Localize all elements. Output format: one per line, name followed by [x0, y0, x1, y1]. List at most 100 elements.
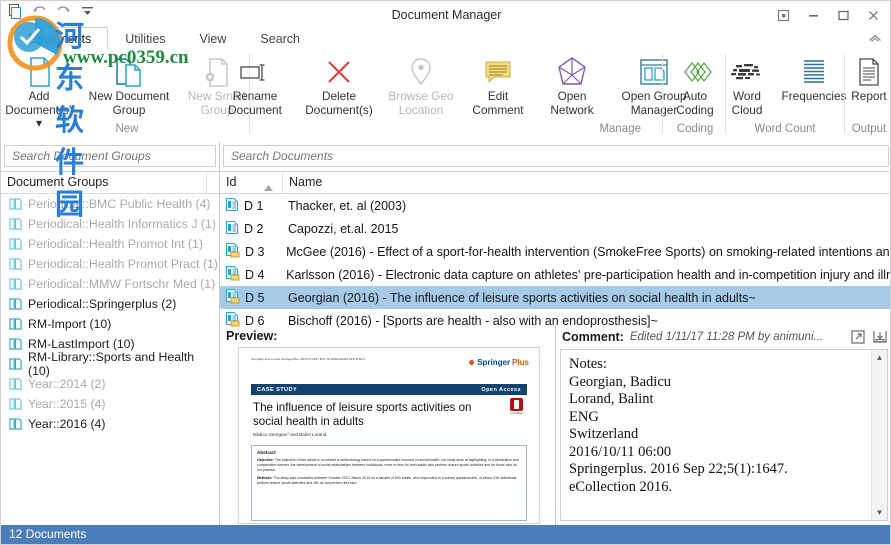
- documents-list-area: Id Name: [220, 142, 890, 328]
- group-item-5[interactable]: Periodical::Springerplus (2): [1, 294, 219, 314]
- rename-document-button[interactable]: Rename Document: [214, 50, 296, 117]
- delete-documents-label: Delete Document(s): [305, 89, 373, 117]
- open-network-button[interactable]: Open Network: [536, 50, 608, 117]
- group-item-label: Periodical::Health Promot Pract (1): [28, 257, 218, 271]
- delete-documents-button[interactable]: Delete Document(s): [296, 50, 382, 117]
- document-group-icon: [9, 417, 22, 431]
- group-item-6[interactable]: RM-Import (10): [1, 314, 219, 334]
- group-item-4[interactable]: Periodical::MMW Fortschr Med (1): [1, 274, 219, 294]
- maximize-button[interactable]: [828, 2, 858, 28]
- ribbon-group-coding: Auto Coding Coding: [666, 50, 724, 142]
- search-documents-box[interactable]: [223, 145, 889, 167]
- group-item-10[interactable]: Year::2015 (4): [1, 394, 219, 414]
- table-row[interactable]: D 1 Thacker, et. al (2003): [220, 194, 890, 217]
- frequencies-label: Frequencies: [781, 89, 847, 103]
- abstract-methods-label: Methods:: [257, 476, 273, 480]
- row-id-label: D 4: [245, 267, 265, 282]
- auto-coding-label: Auto Coding: [676, 89, 714, 117]
- scroll-up-icon[interactable]: ▲: [872, 350, 887, 365]
- document-group-icon: [9, 217, 22, 231]
- comment-scrollbar[interactable]: ▲ ▼: [871, 350, 887, 520]
- search-document-groups-input[interactable]: [10, 148, 210, 164]
- document-group-icon: [9, 277, 22, 291]
- document-group-icon: [9, 297, 22, 311]
- add-documents-button[interactable]: Add Document(s) ▾: [1, 50, 82, 131]
- close-button[interactable]: [858, 2, 888, 28]
- comment-panel: Comment: Edited 1/11/17 11:28 PM by anim…: [556, 325, 890, 527]
- minimize-button[interactable]: [798, 2, 828, 28]
- springer-label: Springer: [477, 358, 511, 367]
- document-groups-list[interactable]: Periodical::BMC Public Health (4) Period…: [1, 194, 219, 434]
- group-item-0[interactable]: Periodical::BMC Public Health (4): [1, 194, 219, 214]
- group-item-8[interactable]: RM-Library::Sports and Health (10): [1, 350, 219, 378]
- ribbon-group-word-count-label: Word Count: [754, 123, 816, 135]
- document-groups-header-label[interactable]: Document Groups: [1, 172, 206, 193]
- preview-citation: Georgian and Lorand SpringerPlus (2016) …: [251, 357, 365, 361]
- status-document-count: 12 Documents: [9, 527, 87, 541]
- document-groups-panel: Document Groups Periodical::BMC Public H…: [1, 142, 220, 527]
- restore-down-button[interactable]: [768, 2, 798, 28]
- document-group-icon: [9, 317, 22, 331]
- abstract-methods-text: The study was conducted between October …: [257, 476, 517, 485]
- word-cloud-button[interactable]: Word Cloud: [718, 50, 776, 117]
- documents-list[interactable]: D 1 Thacker, et. al (2003) D 2 Capozzi, …: [220, 194, 891, 331]
- table-row[interactable]: D 5 Georgian (2016) - The influence of l…: [220, 286, 890, 309]
- row-name-cell: McGee (2016) - Effect of a sport-for-hea…: [286, 244, 891, 259]
- crossmark-badge: CrossMark: [508, 398, 525, 415]
- row-id-label: D 3: [245, 244, 265, 259]
- tab-documents[interactable]: Documents: [11, 27, 109, 50]
- search-document-groups-box[interactable]: [4, 145, 216, 167]
- scroll-down-icon[interactable]: ▼: [872, 505, 887, 520]
- table-row[interactable]: D 3 McGee (2016) - Effect of a sport-for…: [220, 240, 891, 263]
- preview-article-title: The influence of leisure sports activiti…: [253, 401, 472, 428]
- table-row[interactable]: D 4 Karlsson (2016) - Electronic data ca…: [220, 263, 890, 286]
- ribbon-group-manage: Rename Document Delete Document(s) Brows…: [228, 50, 686, 142]
- comment-header: Comment: Edited 1/11/17 11:28 PM by anim…: [556, 325, 890, 348]
- search-documents-input[interactable]: [229, 148, 883, 164]
- title-bar: Document Manager: [1, 1, 890, 29]
- group-item-3[interactable]: Periodical::Health Promot Pract (1): [1, 254, 219, 274]
- group-item-label: RM-Import (10): [28, 317, 112, 331]
- comment-label: Comment:: [562, 330, 624, 344]
- preview-document[interactable]: Georgian and Lorand SpringerPlus (2016) …: [238, 347, 540, 524]
- window-title: Document Manager: [391, 8, 502, 22]
- ribbon-collapse-icon[interactable]: [866, 29, 884, 47]
- open-external-icon[interactable]: [850, 329, 866, 345]
- group-item-1[interactable]: Periodical::Health Informatics J (1): [1, 214, 219, 234]
- tab-view[interactable]: View: [183, 27, 244, 50]
- report-label: Report: [851, 89, 887, 103]
- new-document-group-button[interactable]: New Document Group: [82, 50, 176, 117]
- crossmark-icon: [510, 398, 523, 411]
- preview-banner-right: Open Access: [481, 386, 521, 393]
- column-header-name[interactable]: Name: [282, 172, 890, 193]
- edit-comment-button[interactable]: Edit Comment: [460, 50, 536, 117]
- document-icon: [225, 220, 239, 238]
- table-row[interactable]: D 2 Capozzi, et.al. 2015: [220, 217, 890, 240]
- tab-search[interactable]: Search: [243, 27, 317, 50]
- document-group-icon: [9, 257, 22, 271]
- row-name-cell: Georgian (2016) - The influence of leisu…: [288, 290, 756, 305]
- document-with-comment-icon: [225, 288, 240, 307]
- group-item-11[interactable]: Year::2016 (4): [1, 414, 219, 434]
- ribbon-group-manage-label: Manage: [599, 123, 641, 135]
- abstract-objective-label: Objective:: [257, 458, 274, 462]
- browse-geo-location-button: Browse Geo Location: [382, 50, 460, 117]
- report-button[interactable]: Report: [841, 50, 890, 104]
- document-group-icon: [9, 377, 22, 391]
- preview-abstract: Abstract Objective: The objective of thi…: [251, 445, 527, 521]
- group-item-2[interactable]: Periodical::Health Promot Int (1): [1, 234, 219, 254]
- open-network-label: Open Network: [550, 89, 594, 117]
- frequencies-icon: [800, 54, 828, 90]
- save-comment-icon[interactable]: [872, 329, 888, 345]
- open-network-icon: [555, 54, 589, 90]
- edit-comment-label: Edit Comment: [472, 89, 524, 117]
- tab-utilities[interactable]: Utilities: [108, 27, 182, 50]
- column-header-id[interactable]: Id: [220, 172, 282, 193]
- comment-textarea[interactable]: Notes: Georgian, Badicu Lorand, Balint E…: [560, 349, 888, 521]
- ribbon: Add Document(s) ▾ New Document Group New…: [1, 50, 890, 143]
- row-id-label: D 1: [244, 198, 264, 213]
- preview-banner-left: CASE STUDY: [257, 386, 298, 393]
- group-item-label: Year::2015 (4): [28, 397, 106, 411]
- ribbon-group-new-label: New: [115, 123, 139, 135]
- rename-document-icon: [237, 54, 273, 90]
